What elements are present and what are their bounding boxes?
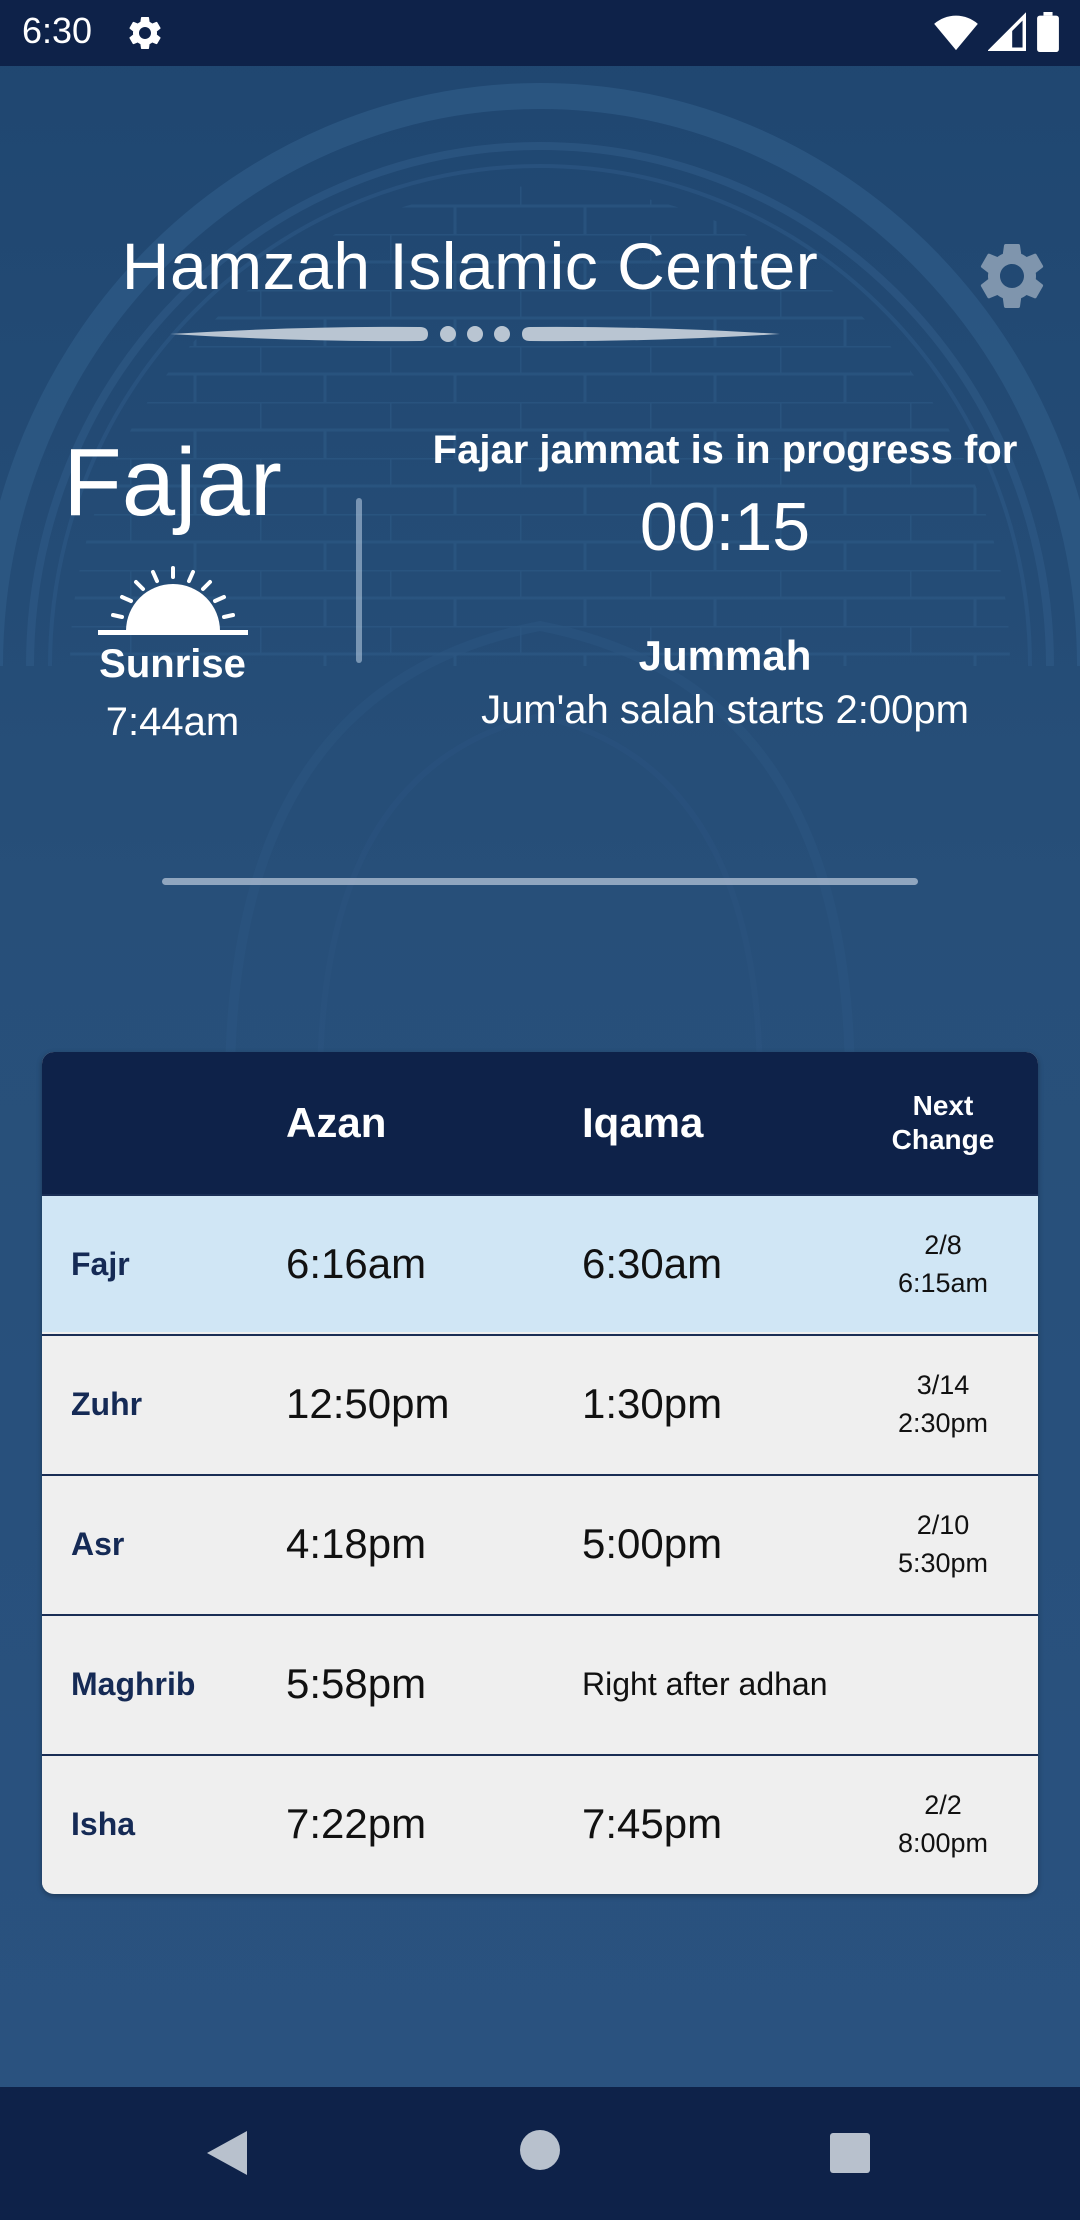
next-change-date: 2/2: [924, 1790, 962, 1820]
row-next-change: 2/10 5:30pm: [882, 1476, 1004, 1612]
row-prayer-name: Maghrib: [71, 1665, 196, 1702]
vertical-divider: [356, 498, 362, 663]
status-bar: 6:30: [0, 0, 1080, 66]
next-change-time: 5:30pm: [897, 1548, 989, 1578]
wifi-icon: [934, 15, 978, 51]
announcement-text: Jum'ah salah starts 2:00pm: [481, 688, 969, 732]
next-change-date: 2/10: [916, 1510, 970, 1540]
row-next-change: 3/14 2:30pm: [882, 1336, 1004, 1472]
signal-icon: [988, 12, 1026, 51]
mosque-name: Hamzah Islamic Center: [121, 229, 819, 303]
jammat-status: Fajar jammat is in progress for: [432, 428, 1018, 472]
sunrise-icon: [98, 566, 248, 635]
row-prayer-name: Isha: [71, 1805, 136, 1842]
next-change-date: 2/8: [924, 1230, 962, 1260]
row-iqama-time: 6:30am: [582, 1240, 723, 1287]
header-next-line1: Next: [912, 1090, 974, 1121]
recent-apps-icon[interactable]: [828, 2131, 872, 2175]
title-ornament: [170, 326, 780, 342]
horizontal-divider: [162, 878, 918, 885]
settings-gear-icon[interactable]: [972, 236, 1052, 316]
header-next-change: Next Change: [882, 1052, 1004, 1194]
header-next-line2: Change: [891, 1124, 995, 1155]
table-header: Azan Iqama Next Change: [42, 1052, 1038, 1194]
row-next-change: 2/2 8:00pm: [882, 1756, 1004, 1892]
header-iqama: Iqama: [582, 1099, 704, 1146]
header-azan: Azan: [286, 1099, 387, 1146]
row-prayer-name: Zuhr: [71, 1385, 143, 1422]
home-icon[interactable]: [518, 2128, 562, 2172]
battery-icon: [1037, 12, 1059, 52]
row-prayer-name: Fajr: [71, 1245, 130, 1282]
table-row-fajr: Fajr 6:16am 6:30am 2/8 6:15am: [42, 1194, 1038, 1332]
table-row-zuhr: Zuhr 12:50pm 1:30pm 3/14 2:30pm: [42, 1334, 1038, 1472]
row-next-change: [882, 1616, 1004, 1752]
app-screen: 6:30 Hamzah Islamic Center Fajar Sunrise…: [0, 0, 1080, 2220]
announcement-title: Jummah: [638, 632, 812, 679]
row-prayer-name: Asr: [71, 1525, 125, 1562]
countdown-timer: 00:15: [639, 489, 811, 565]
row-iqama-time: 7:45pm: [582, 1800, 723, 1847]
next-change-time: 6:15am: [897, 1268, 989, 1298]
current-prayer-name: Fajar: [63, 429, 282, 536]
row-azan-time: 7:22pm: [286, 1800, 427, 1847]
row-azan-time: 4:18pm: [286, 1520, 427, 1567]
table-row-asr: Asr 4:18pm 5:00pm 2/10 5:30pm: [42, 1474, 1038, 1612]
row-azan-time: 6:16am: [286, 1240, 427, 1287]
next-change-time: 8:00pm: [897, 1828, 989, 1858]
status-icons: [934, 12, 1060, 52]
back-icon[interactable]: [203, 2128, 253, 2178]
table-row-isha: Isha 7:22pm 7:45pm 2/2 8:00pm: [42, 1754, 1038, 1892]
status-time: 6:30: [22, 10, 93, 51]
sunrise-time: 7:44am: [105, 700, 240, 744]
gear-icon: [129, 16, 161, 49]
row-azan-time: 12:50pm: [286, 1380, 450, 1427]
row-iqama-time: Right after adhan: [582, 1665, 828, 1702]
next-change-time: 2:30pm: [897, 1408, 989, 1438]
prayer-times-table: Azan Iqama Next Change Fajr 6:16am 6:30am…: [42, 1052, 1038, 1894]
row-azan-time: 5:58pm: [286, 1660, 427, 1707]
navigation-bar: [0, 2087, 1080, 2220]
row-iqama-time: 1:30pm: [582, 1380, 723, 1427]
row-iqama-time: 5:00pm: [582, 1520, 723, 1567]
next-change-date: 3/14: [916, 1370, 970, 1400]
table-row-maghrib: Maghrib 5:58pm Right after adhan: [42, 1614, 1038, 1752]
sunrise-label: Sunrise: [99, 642, 246, 686]
row-next-change: 2/8 6:15am: [882, 1196, 1004, 1332]
